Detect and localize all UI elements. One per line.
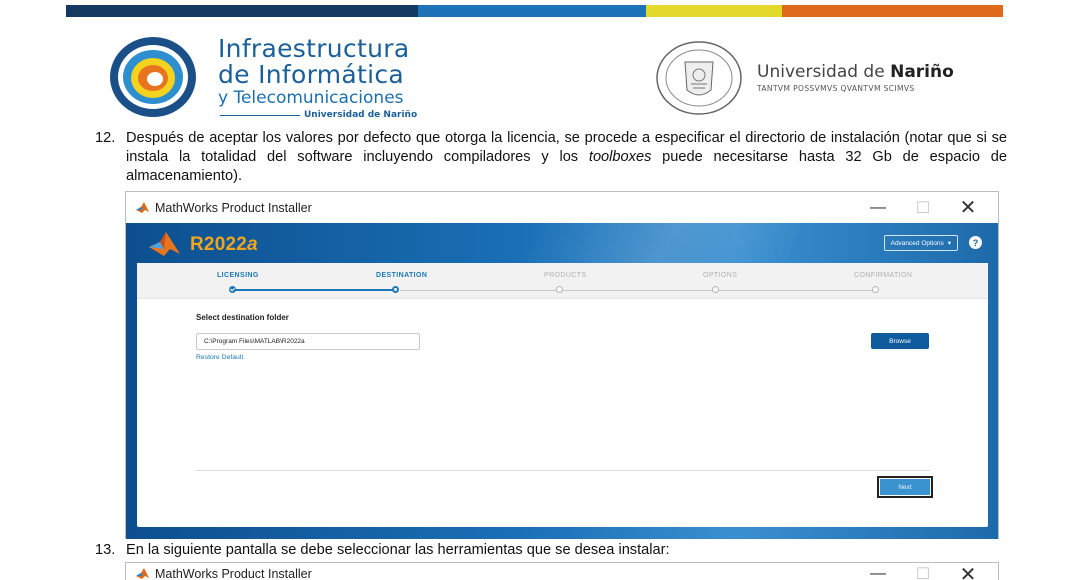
infraestructura-logo-icon xyxy=(110,37,196,117)
step-12-text-italic: toolboxes xyxy=(588,149,652,165)
minimize-button[interactable]: — xyxy=(858,563,898,580)
step-12-number: 12. xyxy=(95,130,116,146)
step-12-paragraph: 12. Después de aceptar los valores por d… xyxy=(95,129,1007,186)
release-suffix: a xyxy=(247,234,258,255)
step-options-dot-icon xyxy=(712,286,719,293)
brand-subtitle: Universidad de Nariño xyxy=(218,110,417,120)
chevron-down-icon: ▾ xyxy=(947,240,951,247)
university-motto: TANTVM POSSVMVS QVANTVM SCIMVS xyxy=(757,84,915,93)
matlab-logo-icon xyxy=(136,201,149,213)
university-name: Universidad de Nariño xyxy=(757,62,954,82)
installer-window-2: MathWorks Product Installer — ☐ ✕ xyxy=(125,562,999,580)
step-licensing-check-icon xyxy=(229,286,236,293)
minimize-button[interactable]: — xyxy=(858,192,898,223)
window-titlebar: MathWorks Product Installer — ☐ ✕ xyxy=(126,192,998,223)
step-confirmation: CONFIRMATION xyxy=(854,272,913,279)
step-products: PRODUCTS xyxy=(544,272,587,279)
browse-button[interactable]: Browse xyxy=(871,333,929,349)
progress-line-pending xyxy=(400,289,560,291)
destination-folder-label: Select destination folder xyxy=(196,313,289,322)
stripe-segment-blue xyxy=(418,5,646,17)
close-button[interactable]: ✕ xyxy=(948,563,988,580)
brand-rule xyxy=(220,114,300,116)
window-title: MathWorks Product Installer xyxy=(155,200,312,215)
step-12-text: Después de aceptar los valores por defec… xyxy=(126,129,1007,186)
advanced-options-dropdown[interactable]: Advanced Options ▾ xyxy=(883,235,958,251)
progress-line-pending xyxy=(719,289,875,291)
brand-line-1: Infraestructura xyxy=(218,34,410,63)
step-destination: DESTINATION xyxy=(376,272,428,279)
university-name-bold: Nariño xyxy=(890,62,954,82)
brand-text: Infraestructura de Informática y Telecom… xyxy=(218,34,417,121)
brand-line-3: y Telecomunicaciones xyxy=(218,88,404,108)
progress-line-complete xyxy=(233,289,396,291)
stripe-segment-orange xyxy=(782,5,1003,17)
destination-folder-input[interactable] xyxy=(196,333,420,350)
progress-line-pending xyxy=(563,289,716,291)
header-color-stripe xyxy=(66,5,1003,17)
step-options: OPTIONS xyxy=(703,272,738,279)
next-button-focus-ring: Next xyxy=(877,476,933,498)
progress-steps: LICENSING DESTINATION PRODUCTS OPTIONS C… xyxy=(137,263,988,299)
brand-subtitle-text: Universidad de Nariño xyxy=(304,110,418,120)
step-destination-current-icon xyxy=(392,286,399,293)
installer-banner: R2022a Advanced Options ▾ ? LICENSING DES… xyxy=(126,223,998,539)
release-prefix: R2022 xyxy=(190,234,247,255)
release-version: R2022a xyxy=(190,234,258,256)
step-confirmation-dot-icon xyxy=(872,286,879,293)
stripe-segment-yellow xyxy=(646,5,782,17)
maximize-button[interactable]: ☐ xyxy=(903,563,943,580)
university-name-block: Universidad de Nariño TANTVM POSSVMVS QV… xyxy=(757,62,954,93)
installer-panel: LICENSING DESTINATION PRODUCTS OPTIONS C… xyxy=(137,263,988,527)
window-2-title: MathWorks Product Installer xyxy=(155,567,312,580)
next-button[interactable]: Next xyxy=(880,479,930,495)
step-13-number: 13. xyxy=(95,542,116,558)
step-13-text: En la siguiente pantalla se debe selecci… xyxy=(126,542,670,558)
help-icon[interactable]: ? xyxy=(969,236,982,249)
maximize-button[interactable]: ☐ xyxy=(903,192,943,223)
university-name-light: Universidad de xyxy=(757,62,891,82)
close-button[interactable]: ✕ xyxy=(948,192,988,223)
restore-default-link[interactable]: Restore Default xyxy=(196,354,243,361)
stripe-segment-dark-blue xyxy=(66,5,418,17)
window-2-titlebar: MathWorks Product Installer — ☐ ✕ xyxy=(126,563,998,580)
step-licensing: LICENSING xyxy=(217,272,259,279)
installer-window: MathWorks Product Installer — ☐ ✕ R2022a… xyxy=(125,191,999,539)
step-products-dot-icon xyxy=(556,286,563,293)
panel-divider xyxy=(196,470,930,471)
step-13-paragraph: 13. En la siguiente pantalla se debe sel… xyxy=(95,541,1007,560)
advanced-options-label: Advanced Options xyxy=(890,239,944,247)
university-seal-icon xyxy=(656,41,742,115)
matlab-logo-icon xyxy=(136,568,149,579)
matlab-membrane-icon xyxy=(149,232,180,256)
brand-line-2: de Informática xyxy=(218,60,405,89)
